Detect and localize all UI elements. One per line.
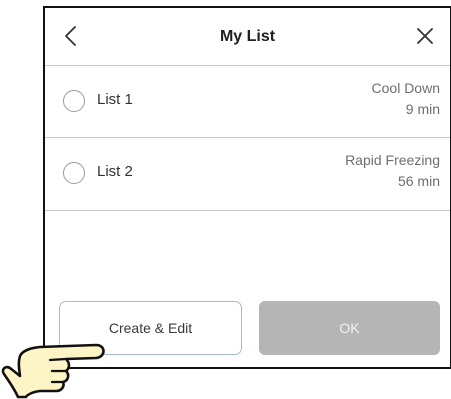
list-item-label: List 2 <box>97 163 133 180</box>
pointing-hand-icon <box>1 343 105 399</box>
list-item[interactable]: List 1 Cool Down 9 min <box>45 66 450 138</box>
list-item-mode: Rapid Freezing <box>345 152 440 168</box>
row-divider <box>45 210 450 211</box>
list-item-details: Cool Down 9 min <box>372 78 440 120</box>
list-item-mode: Cool Down <box>371 80 440 96</box>
list-item-duration: 9 min <box>405 101 440 117</box>
close-button[interactable] <box>408 18 442 54</box>
dialog-header: My List <box>45 8 450 65</box>
dialog-title: My List <box>219 28 276 45</box>
radio-button[interactable] <box>63 90 85 112</box>
ok-button[interactable]: OK <box>259 301 440 355</box>
list-item[interactable]: List 2 Rapid Freezing 56 min <box>45 138 450 210</box>
screen: My List List 1 Cool Down 9 min List 2 Ra… <box>0 0 451 399</box>
my-list-dialog: My List List 1 Cool Down 9 min List 2 Ra… <box>43 6 451 369</box>
radio-button[interactable] <box>63 162 85 184</box>
list-item-label: List 1 <box>97 91 133 108</box>
list-item-duration: 56 min <box>397 173 440 189</box>
close-icon <box>417 28 433 44</box>
list-item-details: Rapid Freezing 56 min <box>345 150 440 192</box>
